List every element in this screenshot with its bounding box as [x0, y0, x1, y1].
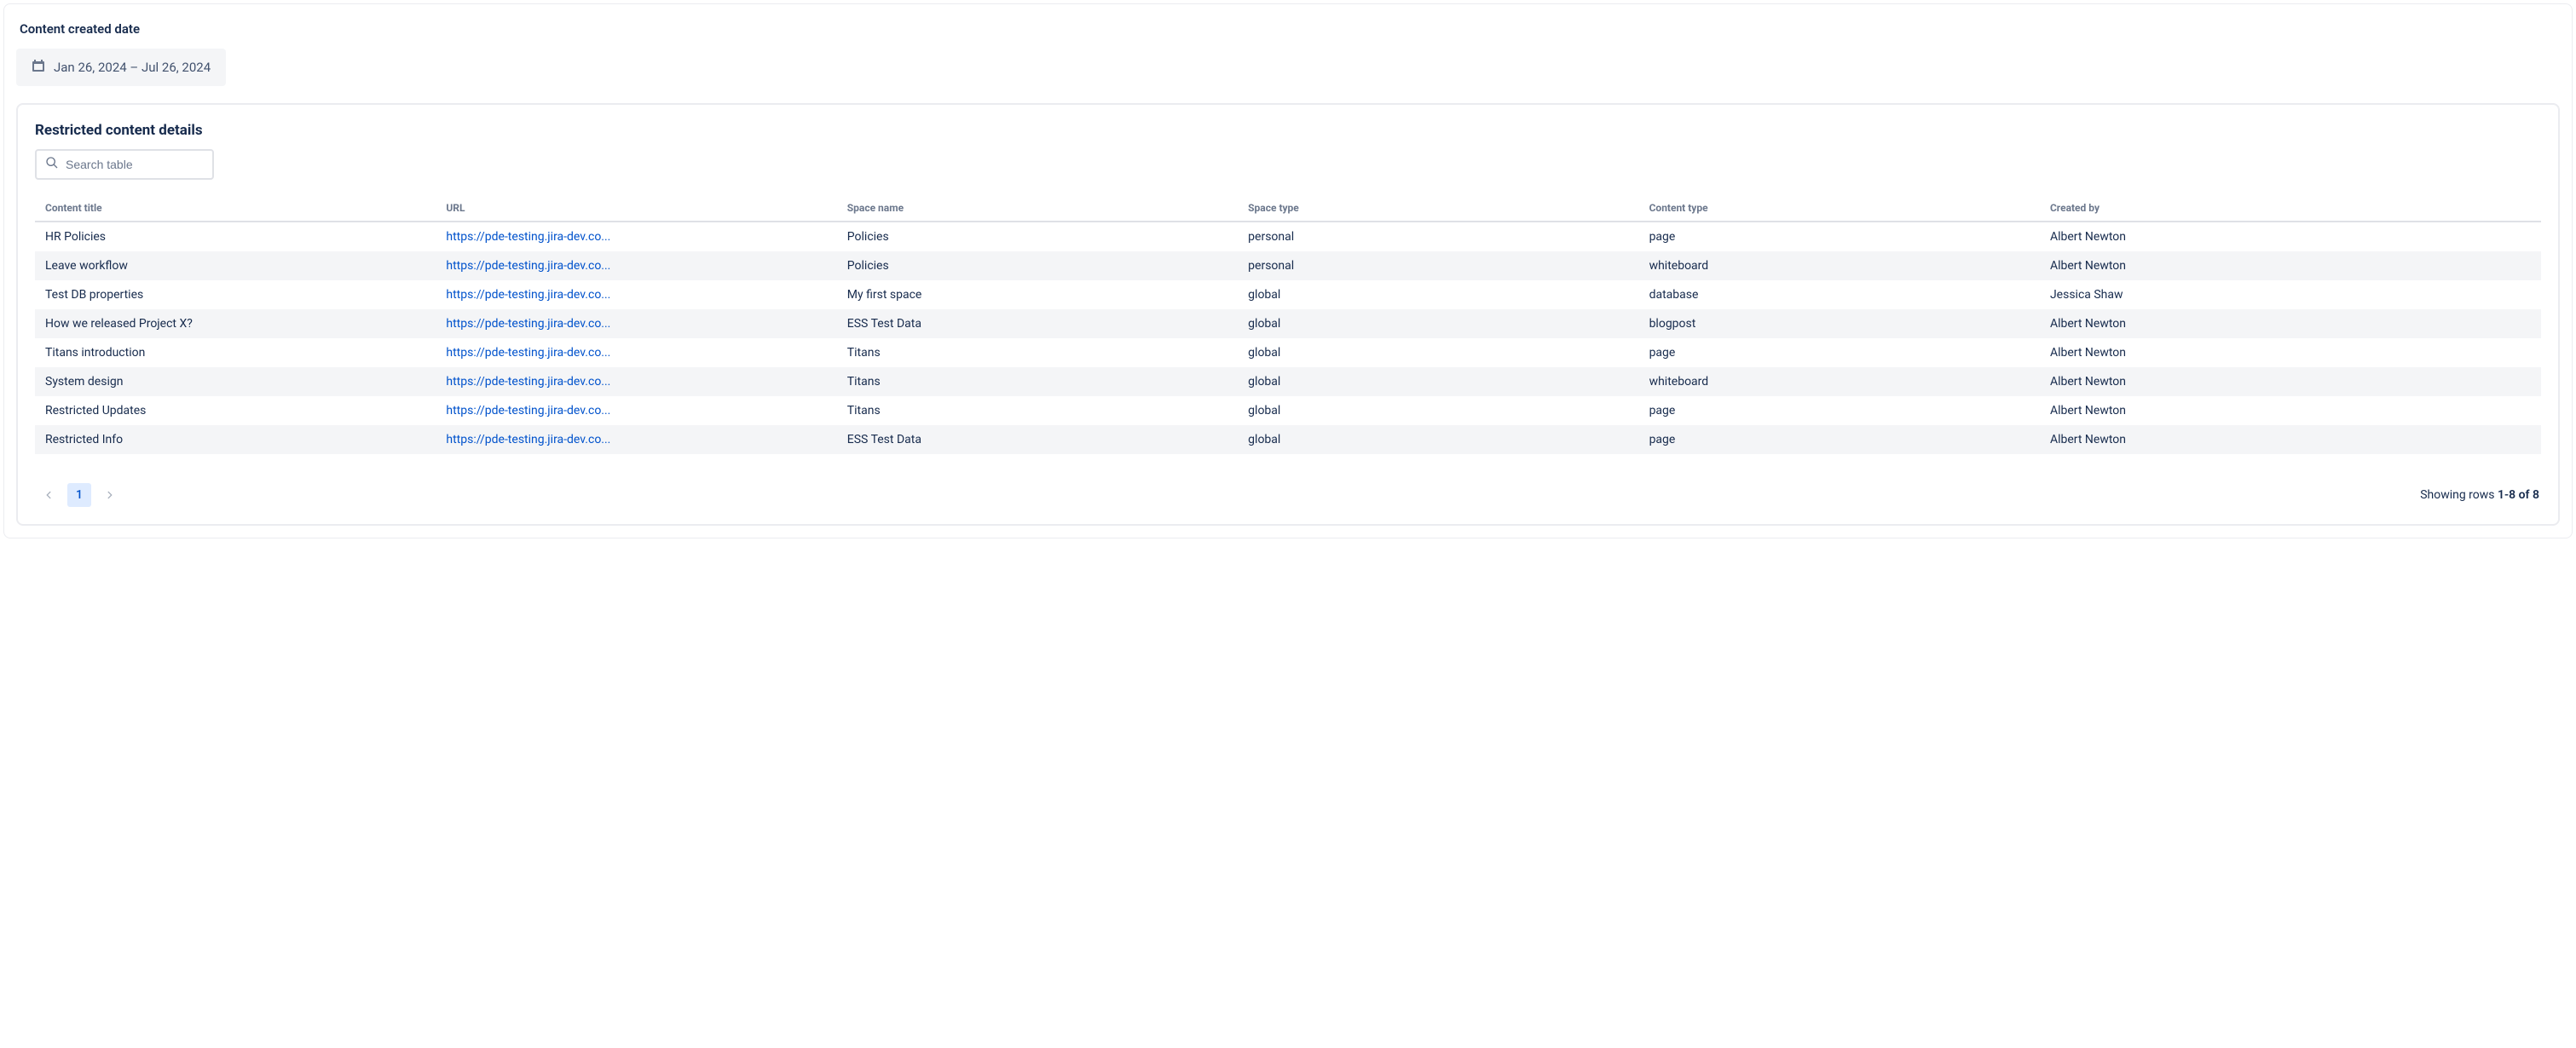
cell-content-title: Leave workflow — [35, 251, 436, 280]
cell-space-name: ESS Test Data — [837, 309, 1238, 338]
cell-content-title: Restricted Updates — [35, 396, 436, 425]
rows-showing-info: Showing rows 1-8 of 8 — [2420, 488, 2539, 502]
content-url-link[interactable]: https://pde-testing.jira-dev.co... — [446, 346, 610, 360]
table-row: System design https://pde-testing.jira-de… — [35, 367, 2541, 396]
cell-content-type: blogpost — [1639, 309, 2040, 338]
table-row: How we released Project X? https://pde-te… — [35, 309, 2541, 338]
table-row: HR Policies https://pde-testing.jira-dev.… — [35, 222, 2541, 251]
table-footer: 1 Showing rows 1-8 of 8 — [35, 483, 2541, 507]
cell-created-by: Jessica Shaw — [2040, 280, 2541, 309]
filter-label: Content created date — [16, 21, 2560, 37]
header-content-type[interactable]: Content type — [1639, 195, 2040, 222]
card-title: Restricted content details — [35, 122, 2541, 139]
cell-space-name: Titans — [837, 338, 1238, 367]
content-url-link[interactable]: https://pde-testing.jira-dev.co... — [446, 259, 610, 273]
cell-url: https://pde-testing.jira-dev.co... — [436, 425, 836, 454]
content-url-link[interactable]: https://pde-testing.jira-dev.co... — [446, 375, 610, 389]
table-search[interactable] — [35, 149, 214, 180]
content-url-link[interactable]: https://pde-testing.jira-dev.co... — [446, 433, 610, 446]
cell-content-title: How we released Project X? — [35, 309, 436, 338]
cell-content-title: Restricted Info — [35, 425, 436, 454]
previous-page-button[interactable] — [37, 483, 61, 507]
paginator: 1 — [37, 483, 122, 507]
cell-url: https://pde-testing.jira-dev.co... — [436, 396, 836, 425]
cell-created-by: Albert Newton — [2040, 367, 2541, 396]
header-url[interactable]: URL — [436, 195, 836, 222]
cell-content-title: Titans introduction — [35, 338, 436, 367]
table-row: Test DB properties https://pde-testing.ji… — [35, 280, 2541, 309]
content-table: Content title URL Space name Space type … — [35, 195, 2541, 454]
cell-content-type: database — [1639, 280, 2040, 309]
date-range-text: Jan 26, 2024 – Jul 26, 2024 — [54, 60, 211, 75]
search-icon — [45, 156, 59, 173]
cell-content-title: System design — [35, 367, 436, 396]
cell-content-title: Test DB properties — [35, 280, 436, 309]
cell-space-type: global — [1238, 280, 1638, 309]
chevron-left-icon — [43, 489, 55, 501]
table-row: Restricted Updates https://pde-testing.ji… — [35, 396, 2541, 425]
date-range-filter[interactable]: Jan 26, 2024 – Jul 26, 2024 — [16, 49, 226, 86]
cell-created-by: Albert Newton — [2040, 396, 2541, 425]
calendar-icon — [32, 59, 45, 76]
cell-url: https://pde-testing.jira-dev.co... — [436, 280, 836, 309]
search-input[interactable] — [66, 158, 204, 171]
content-url-link[interactable]: https://pde-testing.jira-dev.co... — [446, 230, 610, 244]
cell-created-by: Albert Newton — [2040, 309, 2541, 338]
cell-content-type: page — [1639, 222, 2040, 251]
table-header-row: Content title URL Space name Space type … — [35, 195, 2541, 222]
cell-space-name: Titans — [837, 367, 1238, 396]
content-url-link[interactable]: https://pde-testing.jira-dev.co... — [446, 288, 610, 302]
cell-content-type: page — [1639, 425, 2040, 454]
cell-space-type: personal — [1238, 222, 1638, 251]
table-row: Leave workflow https://pde-testing.jira-d… — [35, 251, 2541, 280]
cell-space-type: personal — [1238, 251, 1638, 280]
cell-created-by: Albert Newton — [2040, 251, 2541, 280]
cell-content-type: whiteboard — [1639, 251, 2040, 280]
header-created-by[interactable]: Created by — [2040, 195, 2541, 222]
restricted-content-card: Restricted content details Content title… — [16, 103, 2560, 526]
content-url-link[interactable]: https://pde-testing.jira-dev.co... — [446, 404, 610, 417]
header-space-type[interactable]: Space type — [1238, 195, 1638, 222]
rows-showing-prefix: Showing rows — [2420, 488, 2498, 502]
rows-showing-range: 1-8 of 8 — [2498, 488, 2539, 502]
cell-url: https://pde-testing.jira-dev.co... — [436, 251, 836, 280]
cell-url: https://pde-testing.jira-dev.co... — [436, 222, 836, 251]
cell-space-type: global — [1238, 425, 1638, 454]
cell-space-name: My first space — [837, 280, 1238, 309]
cell-url: https://pde-testing.jira-dev.co... — [436, 367, 836, 396]
cell-content-type: whiteboard — [1639, 367, 2040, 396]
cell-space-type: global — [1238, 396, 1638, 425]
cell-created-by: Albert Newton — [2040, 338, 2541, 367]
chevron-right-icon — [104, 489, 116, 501]
cell-url: https://pde-testing.jira-dev.co... — [436, 309, 836, 338]
cell-created-by: Albert Newton — [2040, 425, 2541, 454]
cell-space-type: global — [1238, 309, 1638, 338]
cell-url: https://pde-testing.jira-dev.co... — [436, 338, 836, 367]
cell-content-type: page — [1639, 338, 2040, 367]
page-container: Content created date Jan 26, 2024 – Jul … — [3, 3, 2573, 538]
cell-space-name: ESS Test Data — [837, 425, 1238, 454]
header-space-name[interactable]: Space name — [837, 195, 1238, 222]
header-content-title[interactable]: Content title — [35, 195, 436, 222]
cell-space-name: Titans — [837, 396, 1238, 425]
cell-space-name: Policies — [837, 222, 1238, 251]
cell-content-title: HR Policies — [35, 222, 436, 251]
page-number-1[interactable]: 1 — [67, 483, 91, 507]
cell-space-name: Policies — [837, 251, 1238, 280]
cell-space-type: global — [1238, 367, 1638, 396]
next-page-button[interactable] — [98, 483, 122, 507]
cell-content-type: page — [1639, 396, 2040, 425]
table-row: Titans introduction https://pde-testing.j… — [35, 338, 2541, 367]
table-row: Restricted Info https://pde-testing.jira-… — [35, 425, 2541, 454]
cell-created-by: Albert Newton — [2040, 222, 2541, 251]
cell-space-type: global — [1238, 338, 1638, 367]
content-url-link[interactable]: https://pde-testing.jira-dev.co... — [446, 317, 610, 331]
